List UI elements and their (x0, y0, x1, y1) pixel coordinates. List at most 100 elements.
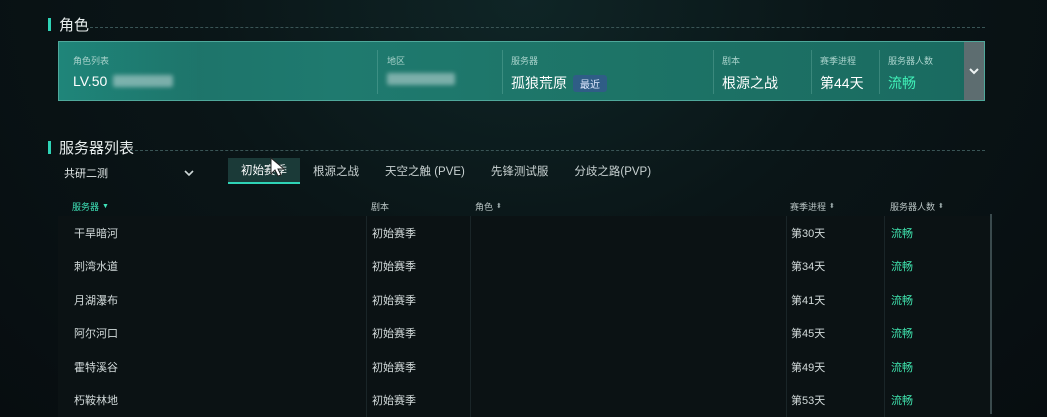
chevron-down-icon (184, 169, 194, 176)
cell-server: 阿尔河口 (74, 328, 118, 341)
cell-population: 流畅 (884, 383, 992, 417)
region-redacted (387, 73, 455, 85)
header-season-label: 赛季进程 (790, 201, 827, 212)
region-value (387, 73, 455, 85)
cell-server: 朽鞍林地 (74, 395, 118, 408)
tab-sky-touch-pve[interactable]: 天空之触 (PVE) (372, 158, 478, 184)
cell-script: 初始赛季 (366, 350, 470, 384)
role-level: LV.50 (73, 73, 174, 89)
role-list-col: 角色列表 LV.50 (73, 54, 174, 89)
server-table: 服务器 ▼ 剧本 角色 ⬍ 赛季进程 ⬍ 服务器人数 ⬍ 干旱暗河 初始赛季 第… (58, 196, 992, 417)
mouse-cursor-icon (270, 156, 286, 177)
card-separator (377, 50, 378, 94)
section-divider (130, 150, 985, 151)
card-separator (502, 50, 503, 94)
table-scrollbar[interactable] (990, 214, 992, 414)
server-section-title-text: 服务器列表 (59, 140, 135, 157)
sort-icon: ⬍ (829, 203, 835, 210)
table-row[interactable]: 月湖瀑布 初始赛季 第41天 流畅 (58, 283, 992, 317)
server-name: 孤狼荒原 (511, 75, 567, 91)
role-level-text: LV.50 (73, 73, 108, 89)
region-col: 地区 (387, 54, 455, 85)
cell-season: 第41天 (786, 283, 884, 317)
sort-desc-icon: ▼ (102, 202, 109, 210)
header-role[interactable]: 角色 ⬍ (470, 200, 786, 213)
cell-season: 第34天 (786, 249, 884, 283)
header-role-label: 角色 (475, 201, 494, 212)
script-tabs: 初始赛季 根源之战 天空之触 (PVE) 先锋测试服 分歧之路(PVP) (228, 158, 664, 184)
cell-server: 月湖瀑布 (74, 294, 118, 307)
server-section-title: 服务器列表 (48, 137, 134, 158)
header-population[interactable]: 服务器人数 ⬍ (884, 200, 992, 213)
header-server-label: 服务器 (72, 201, 100, 212)
tab-origin-war[interactable]: 根源之战 (300, 158, 372, 184)
cell-population: 流畅 (884, 216, 992, 250)
section-divider (90, 27, 985, 28)
cell-role (470, 316, 786, 350)
tab-initial-season[interactable]: 初始赛季 (228, 158, 300, 184)
server-col: 服务器 孤狼荒原 最近 (511, 54, 607, 93)
population-value: 流畅 (888, 75, 916, 91)
cell-role (470, 216, 786, 250)
role-list-label: 角色列表 (73, 56, 110, 66)
card-separator (879, 50, 880, 94)
region-dropdown[interactable]: 共研二测 (58, 164, 198, 182)
tab-divergent-path-pvp[interactable]: 分歧之路(PVP) (561, 158, 664, 184)
table-row[interactable]: 霍特溪谷 初始赛季 第49天 流畅 (58, 350, 992, 384)
table-row[interactable]: 朽鞍林地 初始赛季 第53天 流畅 (58, 383, 992, 417)
population-col: 服务器人数 流畅 (888, 54, 933, 93)
cell-script: 初始赛季 (366, 283, 470, 317)
season-value: 第44天 (820, 75, 864, 91)
sort-icon: ⬍ (496, 203, 502, 210)
script-col: 剧本 根源之战 (722, 54, 778, 93)
role-section-title: 角色 (48, 14, 89, 35)
cell-role (470, 350, 786, 384)
season-label: 赛季进程 (820, 56, 857, 66)
script-label: 剧本 (722, 56, 741, 66)
expand-role-button[interactable] (964, 42, 984, 100)
table-row[interactable]: 刺湾水道 初始赛季 第34天 流畅 (58, 249, 992, 283)
table-header: 服务器 ▼ 剧本 角色 ⬍ 赛季进程 ⬍ 服务器人数 ⬍ (58, 196, 992, 216)
cell-population: 流畅 (884, 283, 992, 317)
cell-script: 初始赛季 (366, 383, 470, 417)
cell-server: 刺湾水道 (74, 261, 118, 274)
cell-script: 初始赛季 (366, 216, 470, 250)
cell-season: 第45天 (786, 316, 884, 350)
role-card[interactable]: 角色列表 LV.50 地区 服务器 孤狼荒原 最近 剧本 根源之战 赛季进程 第… (58, 41, 985, 101)
header-script-label: 剧本 (371, 201, 390, 212)
cell-script: 初始赛季 (366, 316, 470, 350)
cell-role (470, 249, 786, 283)
header-script: 剧本 (366, 200, 470, 213)
cell-season: 第49天 (786, 350, 884, 384)
population-label: 服务器人数 (888, 56, 934, 66)
role-name-redacted (113, 75, 174, 87)
cell-server: 干旱暗河 (74, 227, 118, 240)
title-accent-bar (48, 18, 51, 31)
header-server[interactable]: 服务器 ▼ (58, 200, 366, 213)
table-row[interactable]: 阿尔河口 初始赛季 第45天 流畅 (58, 316, 992, 350)
cell-script: 初始赛季 (366, 249, 470, 283)
table-body: 干旱暗河 初始赛季 第30天 流畅 刺湾水道 初始赛季 第34天 流畅 月湖瀑布… (58, 216, 992, 417)
cell-population: 流畅 (884, 350, 992, 384)
card-separator (713, 50, 714, 94)
role-section-title-text: 角色 (59, 17, 90, 34)
tab-vanguard-test[interactable]: 先锋测试服 (478, 158, 562, 184)
region-dropdown-value: 共研二测 (64, 168, 108, 180)
season-col: 赛季进程 第44天 (820, 54, 864, 93)
cell-role (470, 283, 786, 317)
cell-season: 第30天 (786, 216, 884, 250)
cell-population: 流畅 (884, 316, 992, 350)
recent-tag: 最近 (573, 74, 607, 92)
header-season[interactable]: 赛季进程 ⬍ (786, 200, 884, 213)
table-row[interactable]: 干旱暗河 初始赛季 第30天 流畅 (58, 216, 992, 250)
server-value: 孤狼荒原 最近 (511, 73, 607, 93)
script-value: 根源之战 (722, 75, 778, 91)
card-separator (811, 50, 812, 94)
cell-role (470, 383, 786, 417)
title-accent-bar (48, 141, 51, 154)
cell-season: 第53天 (786, 383, 884, 417)
cell-population: 流畅 (884, 249, 992, 283)
cell-server: 霍特溪谷 (74, 361, 118, 374)
region-label: 地区 (387, 56, 406, 66)
server-label: 服务器 (511, 56, 539, 66)
